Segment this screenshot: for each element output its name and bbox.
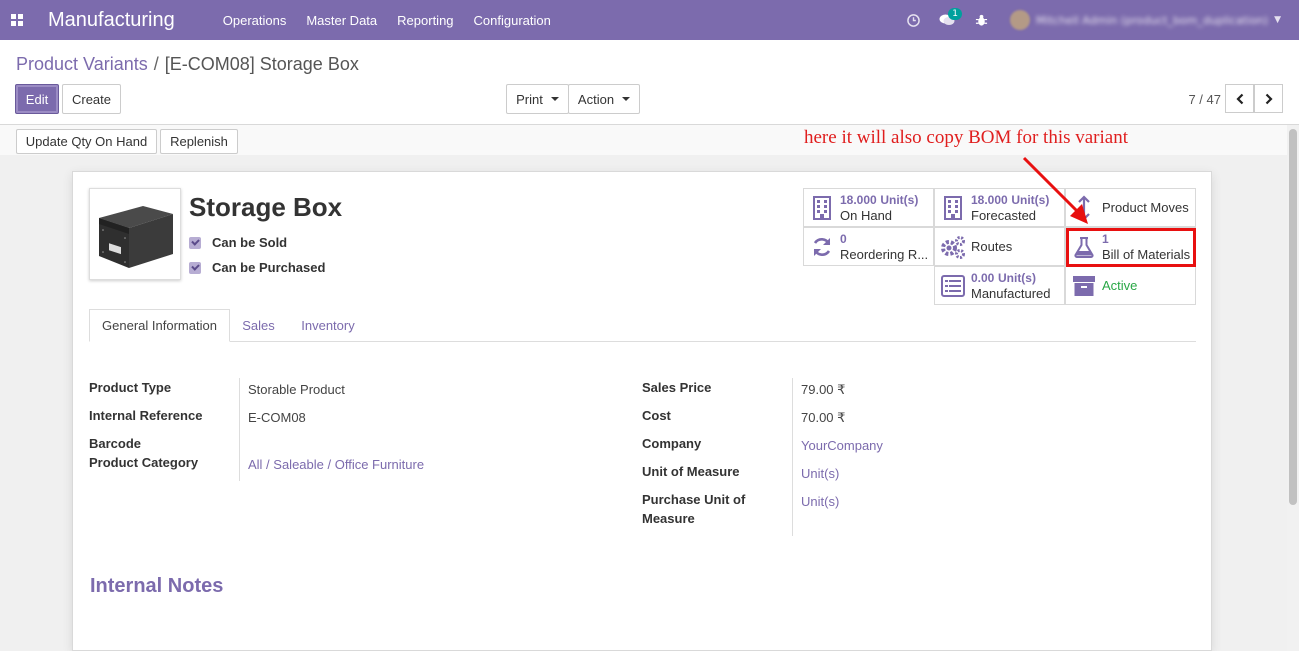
product-name[interactable]: Storage Box	[189, 192, 342, 223]
sales-price-label: Sales Price	[642, 380, 712, 395]
reordering-value: 0	[840, 231, 847, 246]
routes-button[interactable]: Routes	[934, 227, 1065, 266]
scrollbar-thumb[interactable]	[1289, 129, 1297, 505]
control-panel: Product Variants / [E-COM08] Storage Box E…	[0, 40, 1299, 125]
form-sheet: Storage Box Can be Sold Can be Purchased…	[72, 171, 1212, 651]
barcode-label: Barcode	[89, 436, 142, 451]
manufactured-label: Manufactured	[971, 286, 1051, 301]
user-name: Mitchell Admin (product_bom_duplication)	[1036, 13, 1269, 27]
menu-reporting[interactable]: Reporting	[397, 13, 453, 28]
product-category-label: Product Category	[89, 455, 199, 470]
on-hand-label: On Hand	[840, 208, 893, 223]
purchase-uom-label-line-2: Measure	[642, 511, 695, 526]
can-be-sold-field[interactable]: Can be Sold	[189, 235, 287, 250]
purchase-uom-label: Purchase Unit of Measure	[642, 490, 745, 528]
tab-sales[interactable]: Sales	[230, 309, 287, 342]
can-be-sold-label: Can be Sold	[212, 235, 288, 250]
caret-down-icon	[622, 97, 631, 101]
reordering-label: Reordering R...	[840, 246, 929, 262]
active-toggle-button[interactable]: Active	[1065, 266, 1196, 305]
routes-label: Routes	[971, 239, 1013, 254]
unit-of-measure-label: Unit of Measure	[642, 464, 740, 479]
user-menu[interactable]: Mitchell Admin (product_bom_duplication)…	[1010, 10, 1281, 30]
left-column-divider	[239, 378, 240, 481]
edit-button[interactable]: Edit	[15, 84, 59, 114]
product-moves-label: Product Moves	[1102, 200, 1189, 215]
pager-previous-button[interactable]	[1225, 84, 1254, 113]
tab-inventory[interactable]: Inventory	[287, 309, 369, 342]
purchase-uom-label-line-1: Purchase Unit of	[642, 492, 746, 507]
internal-reference-value[interactable]: E-COM08	[248, 410, 306, 425]
can-be-purchased-field[interactable]: Can be Purchased	[189, 260, 325, 275]
sales-price-value[interactable]: 79.00 ₹	[801, 382, 845, 398]
apps-menu-icon[interactable]	[0, 0, 34, 40]
internal-reference-label: Internal Reference	[89, 408, 203, 423]
annotation-arrow-icon	[1022, 156, 1088, 224]
reordering-rules-button[interactable]: 0 Reordering R...	[803, 227, 934, 266]
clock-icon[interactable]	[896, 0, 930, 40]
can-be-sold-checkbox[interactable]	[189, 236, 201, 249]
can-be-purchased-checkbox[interactable]	[189, 261, 201, 274]
caret-down-icon	[550, 97, 559, 101]
pager-next-button[interactable]	[1254, 84, 1283, 113]
avatar	[1010, 10, 1031, 30]
building-icon	[935, 195, 971, 220]
manufactured-value: 0.00	[971, 271, 995, 285]
archive-icon	[1066, 275, 1102, 297]
list-icon	[935, 274, 971, 297]
can-be-purchased-label: Can be Purchased	[212, 260, 326, 275]
bom-highlight-box	[1066, 228, 1196, 267]
print-dropdown[interactable]: Print	[506, 84, 569, 114]
page-scrollbar[interactable]	[1287, 125, 1299, 651]
active-label: Active	[1102, 278, 1138, 293]
pager-value[interactable]: 7 / 47	[1188, 92, 1221, 107]
chat-badge: 1	[948, 8, 963, 20]
breadcrumb-product-variants[interactable]: Product Variants	[16, 54, 148, 74]
on-hand-unit: Unit(s)	[880, 193, 919, 207]
on-hand-button[interactable]: 18.000 Unit(s) On Hand	[803, 188, 934, 227]
chat-icon[interactable]: 1	[930, 0, 964, 40]
breadcrumb: Product Variants / [E-COM08] Storage Box	[16, 54, 359, 75]
unit-of-measure-value[interactable]: Unit(s)	[801, 466, 839, 481]
manufactured-unit: Unit(s)	[997, 271, 1036, 285]
action-dropdown[interactable]: Action	[568, 84, 640, 114]
product-type-value[interactable]: Storable Product	[248, 382, 345, 397]
manufactured-button[interactable]: 0.00 Unit(s) Manufactured	[934, 266, 1065, 305]
refresh-icon	[804, 236, 840, 258]
gears-icon	[935, 235, 971, 259]
update-qty-button[interactable]: Update Qty On Hand	[16, 129, 157, 154]
form-tabs: General Information Sales Inventory	[89, 309, 1196, 342]
menu-master-data[interactable]: Master Data	[306, 13, 377, 28]
breadcrumb-current: [E-COM08] Storage Box	[164, 54, 359, 74]
replenish-button[interactable]: Replenish	[160, 129, 238, 154]
bug-icon[interactable]	[964, 0, 998, 40]
product-image[interactable]	[89, 188, 181, 280]
print-label: Print	[516, 91, 543, 107]
product-category-value[interactable]: All / Saleable / Office Furniture	[248, 457, 424, 472]
action-label: Action	[577, 91, 615, 107]
chevron-left-icon	[1235, 93, 1243, 104]
forecasted-value: 18.000	[971, 193, 1008, 207]
on-hand-value: 18.000	[840, 193, 877, 207]
internal-notes-title: Internal Notes	[90, 575, 224, 597]
product-type-label: Product Type	[89, 380, 172, 395]
purchase-uom-value[interactable]: Unit(s)	[801, 494, 839, 509]
breadcrumb-separator: /	[153, 54, 159, 74]
annotation-text: here it will also copy BOM for this vari…	[804, 127, 1128, 148]
cost-label: Cost	[642, 408, 671, 423]
menu-operations[interactable]: Operations	[223, 13, 287, 28]
chevron-down-icon: ▼	[1274, 15, 1281, 25]
chevron-right-icon	[1265, 93, 1273, 104]
app-title[interactable]: Manufacturing	[48, 9, 175, 32]
menu-configuration[interactable]: Configuration	[474, 13, 551, 28]
top-navbar: Manufacturing Operations Master Data Rep…	[0, 0, 1299, 40]
right-column-divider	[792, 378, 793, 536]
create-button[interactable]: Create	[62, 84, 121, 114]
tab-general-information[interactable]: General Information	[89, 309, 230, 342]
cost-value[interactable]: 70.00 ₹	[801, 410, 845, 426]
company-value[interactable]: YourCompany	[801, 438, 883, 453]
building-icon	[804, 195, 840, 220]
company-label: Company	[642, 436, 702, 451]
